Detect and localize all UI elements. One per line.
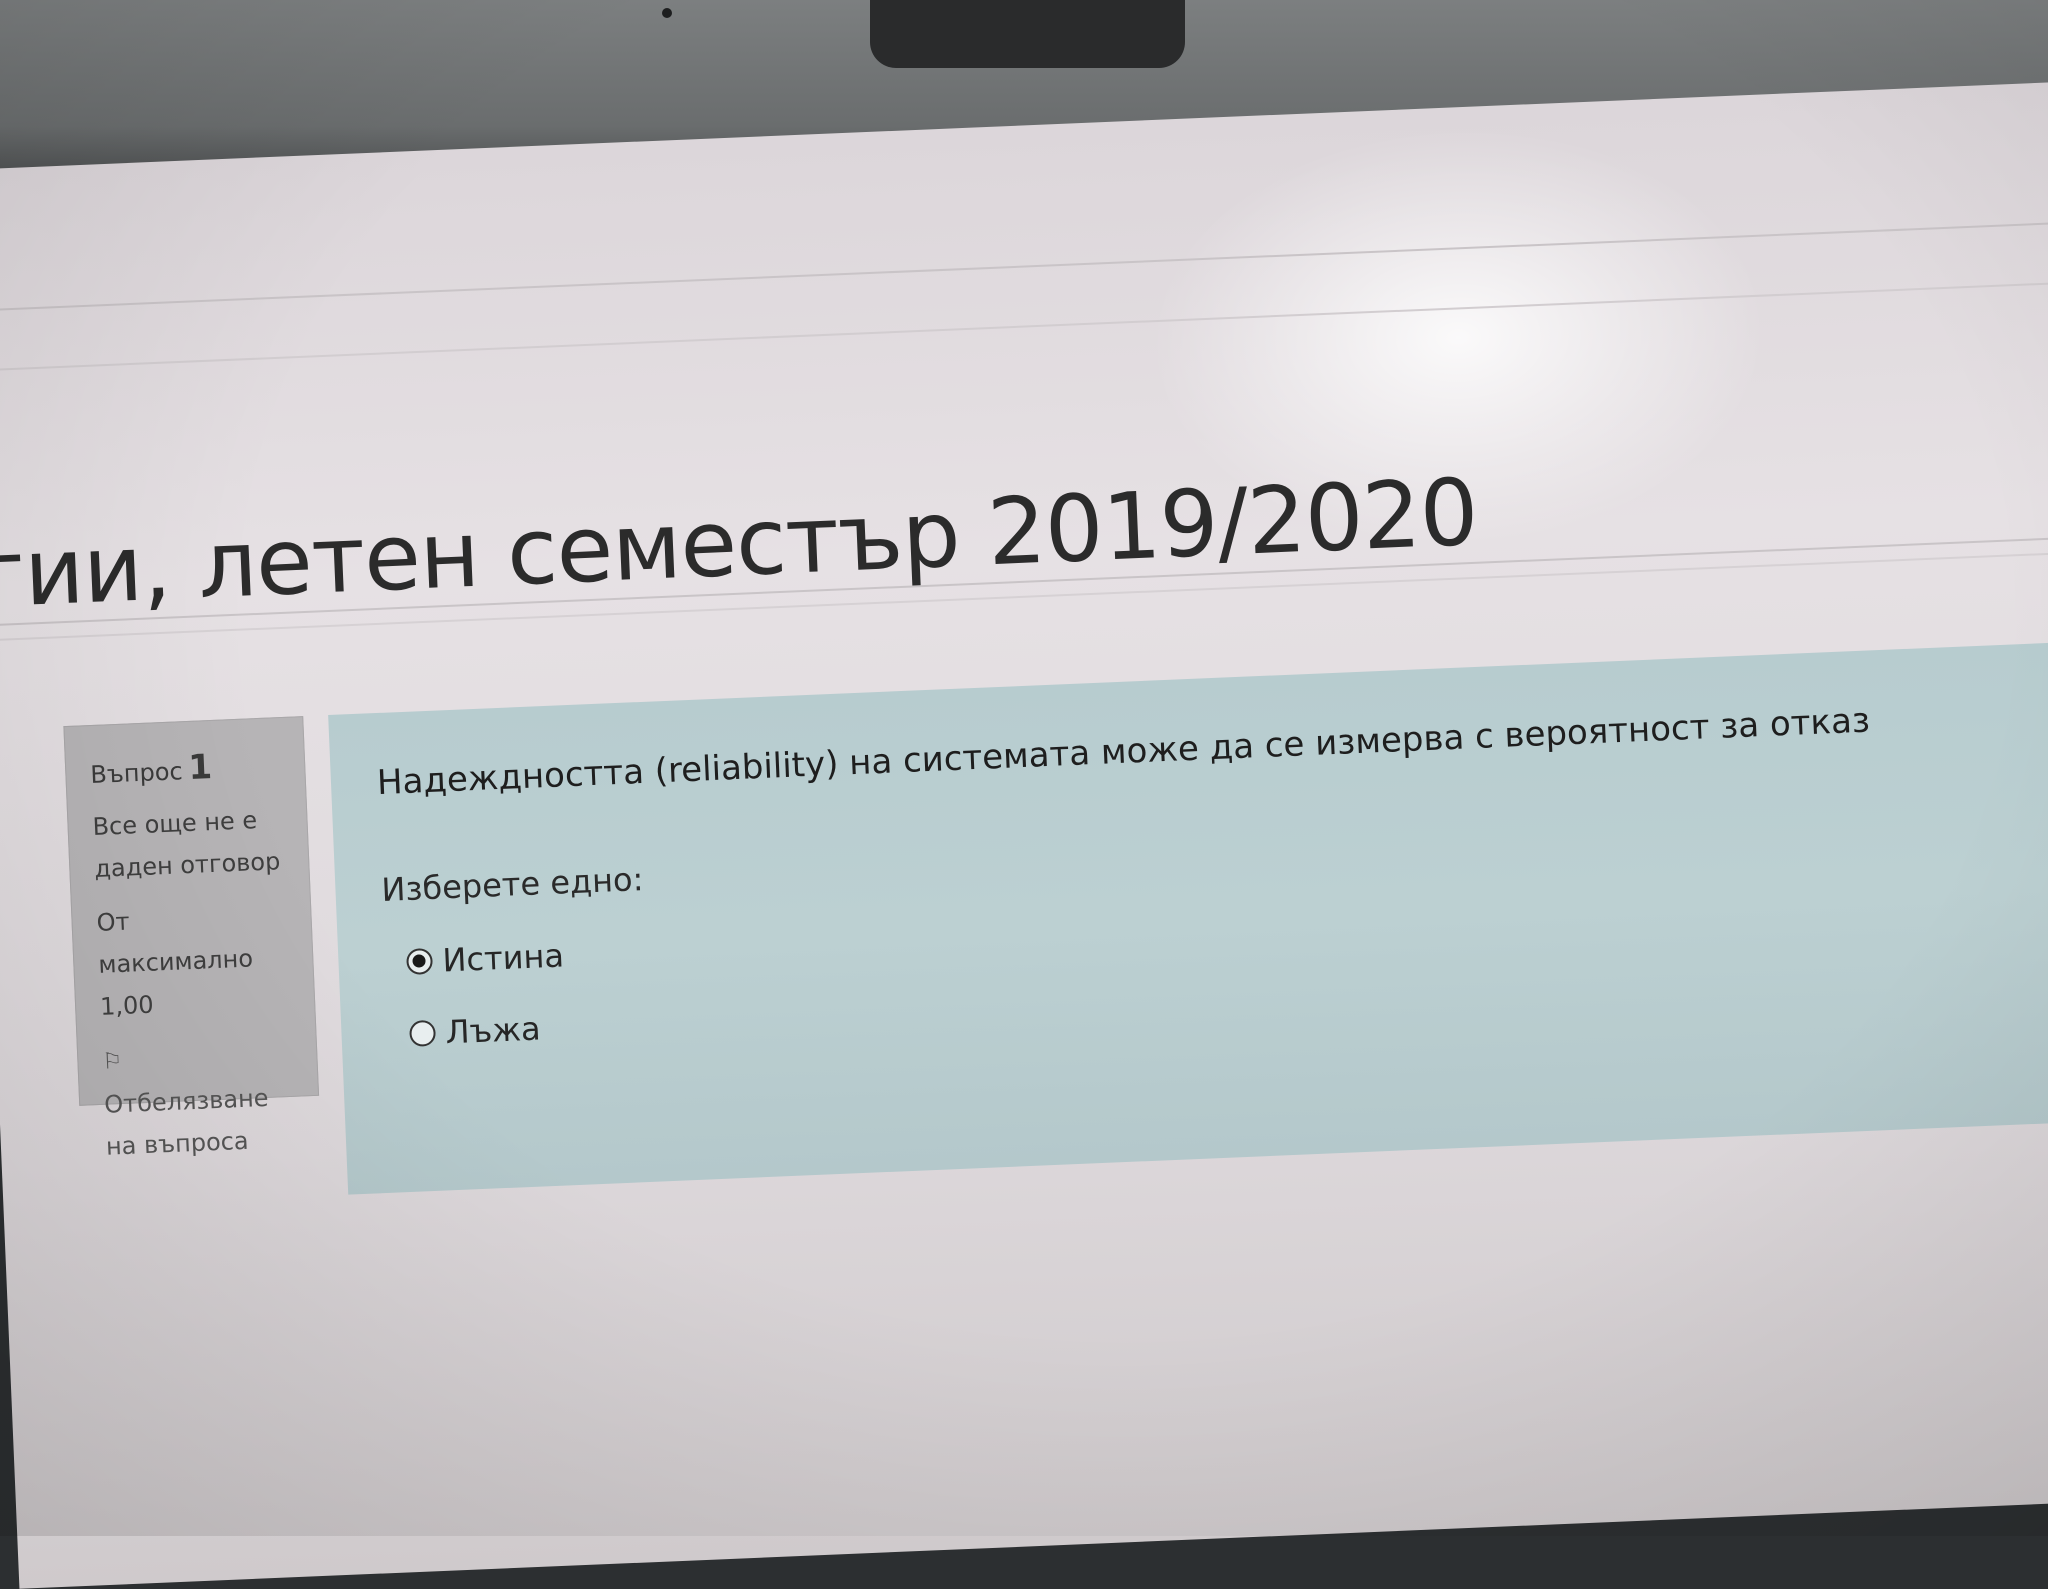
question-info-panel: Въпрос 1 Все още не е даден отговор От ма…	[63, 716, 320, 1161]
flag-question-label[interactable]: на въпроса	[105, 1118, 297, 1168]
question-grade-value: 1,00	[99, 990, 155, 1021]
question-text: Надеждността (reliability) на системата …	[376, 700, 1871, 804]
question-state: Все още не е даден отговор	[92, 798, 285, 890]
question-state-line: даден отговор	[93, 847, 281, 883]
flag-question-label[interactable]: Отбелязване	[104, 1084, 269, 1119]
question-number-label: Въпрос 1	[89, 744, 281, 792]
question-grade-line: От максимално	[96, 907, 254, 979]
question-content: Надеждността (reliability) на системата …	[328, 639, 2048, 1195]
flag-question-link[interactable]: ⚐ Отбелязване на въпроса	[102, 1032, 297, 1168]
question-number: 1	[187, 746, 213, 788]
camera-sensor	[662, 8, 672, 18]
question-grade: От максимално 1,00	[96, 894, 291, 1028]
radio-button[interactable]	[409, 1019, 437, 1047]
answer-label[interactable]: Лъжа	[445, 1009, 542, 1051]
question-label: Въпрос	[89, 757, 184, 790]
flag-icon: ⚐	[101, 1049, 123, 1075]
webcam-housing	[870, 0, 1185, 68]
page-divider	[0, 280, 2048, 372]
browser-page: гии, летен семестър 2019/2020 Въпрос 1 Вс…	[0, 80, 2048, 1589]
radio-button-selected[interactable]	[406, 947, 434, 975]
page-divider	[0, 220, 2048, 312]
course-title: гии, летен семестър 2019/2020	[0, 458, 1480, 629]
answer-label[interactable]: Истина	[442, 936, 565, 979]
